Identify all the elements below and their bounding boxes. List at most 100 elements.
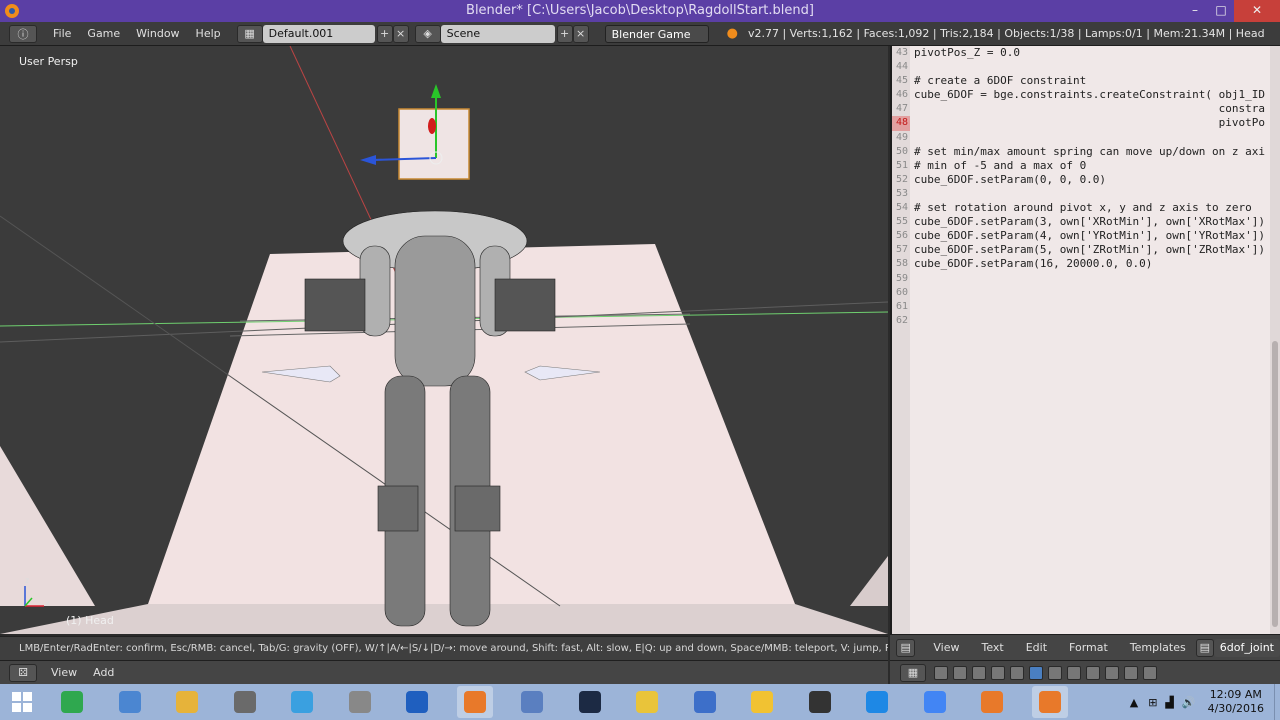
material-props-icon[interactable] [1086,665,1100,680]
menu-editor-text[interactable]: Text [973,641,1017,654]
code-line[interactable]: 53 [892,187,1280,201]
tray-overflow-icon[interactable]: ▲ [1130,696,1138,709]
code-line[interactable]: 60 [892,286,1280,300]
printer-icon[interactable] [342,686,378,718]
editor-type-info-icon[interactable]: ⓘ [9,24,37,43]
sheets-icon[interactable] [54,686,90,718]
network-icon[interactable]: ▟ [1165,696,1173,709]
layers-props-icon[interactable] [953,665,967,680]
code-line[interactable]: 57 cube_6DOF.setParam(5, own['ZRotMin'], … [892,243,1280,257]
render-engine-dropdown[interactable]: Blender Game [604,24,709,43]
editor-type-3d-icon[interactable]: ⚄ [9,663,37,682]
editor-scrollbar[interactable] [1270,46,1280,634]
blender-icon-2[interactable] [974,686,1010,718]
code-line[interactable]: 46 cube_6DOF = bge.constraints.createCons… [892,88,1280,102]
code-line[interactable]: 48 pivotPo [892,116,1280,131]
menu-game[interactable]: Game [79,27,128,40]
code-line[interactable]: 54 # set rotation around pivot x, y and z… [892,201,1280,215]
blender-icon[interactable] [456,686,493,718]
code-line[interactable]: 45 # create a 6DOF constraint [892,74,1280,88]
paint-icon[interactable] [169,686,205,718]
world-props-icon[interactable] [991,665,1005,680]
calc-icon[interactable] [227,686,263,718]
screen-layout-field[interactable]: Default.001 [262,24,375,43]
modifier-props-icon[interactable] [1048,665,1062,680]
add-layout-icon[interactable]: + [376,24,393,43]
code-text[interactable]: # set rotation around pivot x, y and z a… [910,201,1252,215]
folder-icon[interactable] [629,686,665,718]
ie-icon[interactable] [399,686,435,718]
code-text[interactable]: # create a 6DOF constraint [910,74,1086,88]
constraint-props-icon[interactable] [1029,665,1043,680]
steam-icon[interactable] [572,686,608,718]
volume-icon[interactable]: 🔊 [1182,696,1196,709]
code-line[interactable]: 56 cube_6DOF.setParam(4, own['YRotMin'], … [892,229,1280,243]
code-line[interactable]: 50 # set min/max amount spring can move u… [892,145,1280,159]
menu-help[interactable]: Help [188,27,229,40]
cloud-icon[interactable] [514,686,550,718]
text-name-field[interactable]: 6dof_joint [1213,638,1280,657]
menu-editor-templates[interactable]: Templates [1122,641,1194,654]
drive-icon[interactable] [284,686,320,718]
code-text[interactable]: cube_6DOF.setParam(16, 20000.0, 0.0) [910,257,1152,271]
code-line[interactable]: 52 cube_6DOF.setParam(0, 0, 0.0) [892,173,1280,187]
blender-icon-3[interactable] [1031,686,1068,718]
text-browse-icon[interactable]: ▤ [1195,638,1214,657]
code-line[interactable]: 49 [892,131,1280,145]
screen-layout-icon[interactable]: ▦ [236,24,263,43]
obs-icon[interactable] [802,686,838,718]
code-text[interactable]: # set min/max amount spring can move up/… [910,145,1265,159]
menu-file[interactable]: File [45,27,79,40]
code-text[interactable] [910,60,914,74]
menu-view[interactable]: View [43,666,85,679]
editor-scroll-thumb[interactable] [1272,341,1278,627]
remove-scene-icon[interactable]: × [572,24,589,43]
code-text[interactable] [910,314,914,328]
code-text[interactable] [910,131,914,145]
taskbar-clock[interactable]: 12:09 AM 4/30/2016 [1208,688,1264,716]
code-text[interactable]: cube_6DOF.setParam(4, own['YRotMin'], ow… [910,229,1265,243]
close-button[interactable]: ✕ [1234,0,1280,22]
code-text[interactable] [910,286,914,300]
3d-viewport[interactable]: User Persp z x (1) Head [0,46,888,634]
code-line[interactable]: 58 cube_6DOF.setParam(16, 20000.0, 0.0) [892,257,1280,271]
scene-icon[interactable]: ◈ [414,24,441,43]
notepad-icon[interactable] [112,686,148,718]
texture-props-icon[interactable] [1105,665,1119,680]
particles-props-icon[interactable] [1124,665,1138,680]
remove-layout-icon[interactable]: × [392,24,409,43]
minimize-button[interactable]: – [1182,0,1208,22]
code-line[interactable]: 59 [892,272,1280,286]
menu-editor-view[interactable]: View [925,641,973,654]
code-text[interactable]: cube_6DOF.setParam(5, own['ZRotMin'], ow… [910,243,1265,257]
add-scene-icon[interactable]: + [556,24,573,43]
menu-window[interactable]: Window [128,27,187,40]
code-text[interactable]: cube_6DOF.setParam(0, 0, 0.0) [910,173,1106,187]
code-text[interactable]: cube_6DOF.setParam(3, own['XRotMin'], ow… [910,215,1265,229]
code-line[interactable]: 47 constra [892,102,1280,116]
code-text[interactable]: # min of -5 and a max of 0 [910,159,1086,173]
object-props-icon[interactable] [1010,665,1024,680]
scene-props-icon[interactable] [972,665,986,680]
text-editor[interactable]: 43 pivotPos_Z = 0.0 44 45 # create a 6DOF co… [890,46,1280,634]
menu-editor-edit[interactable]: Edit [1018,641,1061,654]
monitor-icon[interactable] [687,686,723,718]
code-text[interactable]: pivotPos_Z = 0.0 [910,46,1020,60]
code-text[interactable] [910,300,914,314]
code-line[interactable]: 62 [892,314,1280,328]
code-line[interactable]: 51 # min of -5 and a max of 0 [892,159,1280,173]
data-props-icon[interactable] [1067,665,1081,680]
scene-field[interactable]: Scene [440,24,555,43]
code-line[interactable]: 44 [892,60,1280,74]
code-text[interactable]: cube_6DOF = bge.constraints.createConstr… [910,88,1265,102]
chrome-icon[interactable] [917,686,953,718]
show-desktop-button[interactable] [1274,684,1280,720]
code-line[interactable]: 43 pivotPos_Z = 0.0 [892,46,1280,60]
editor-type-logic-icon[interactable]: ▦ [900,663,926,682]
menu-editor-format[interactable]: Format [1061,641,1122,654]
start-button[interactable] [4,686,40,718]
fallout-icon[interactable] [744,686,780,718]
code-text[interactable]: constra [910,102,1265,116]
tray-windows-icon[interactable]: ⊞ [1148,696,1157,709]
render-props-icon[interactable] [934,665,948,680]
